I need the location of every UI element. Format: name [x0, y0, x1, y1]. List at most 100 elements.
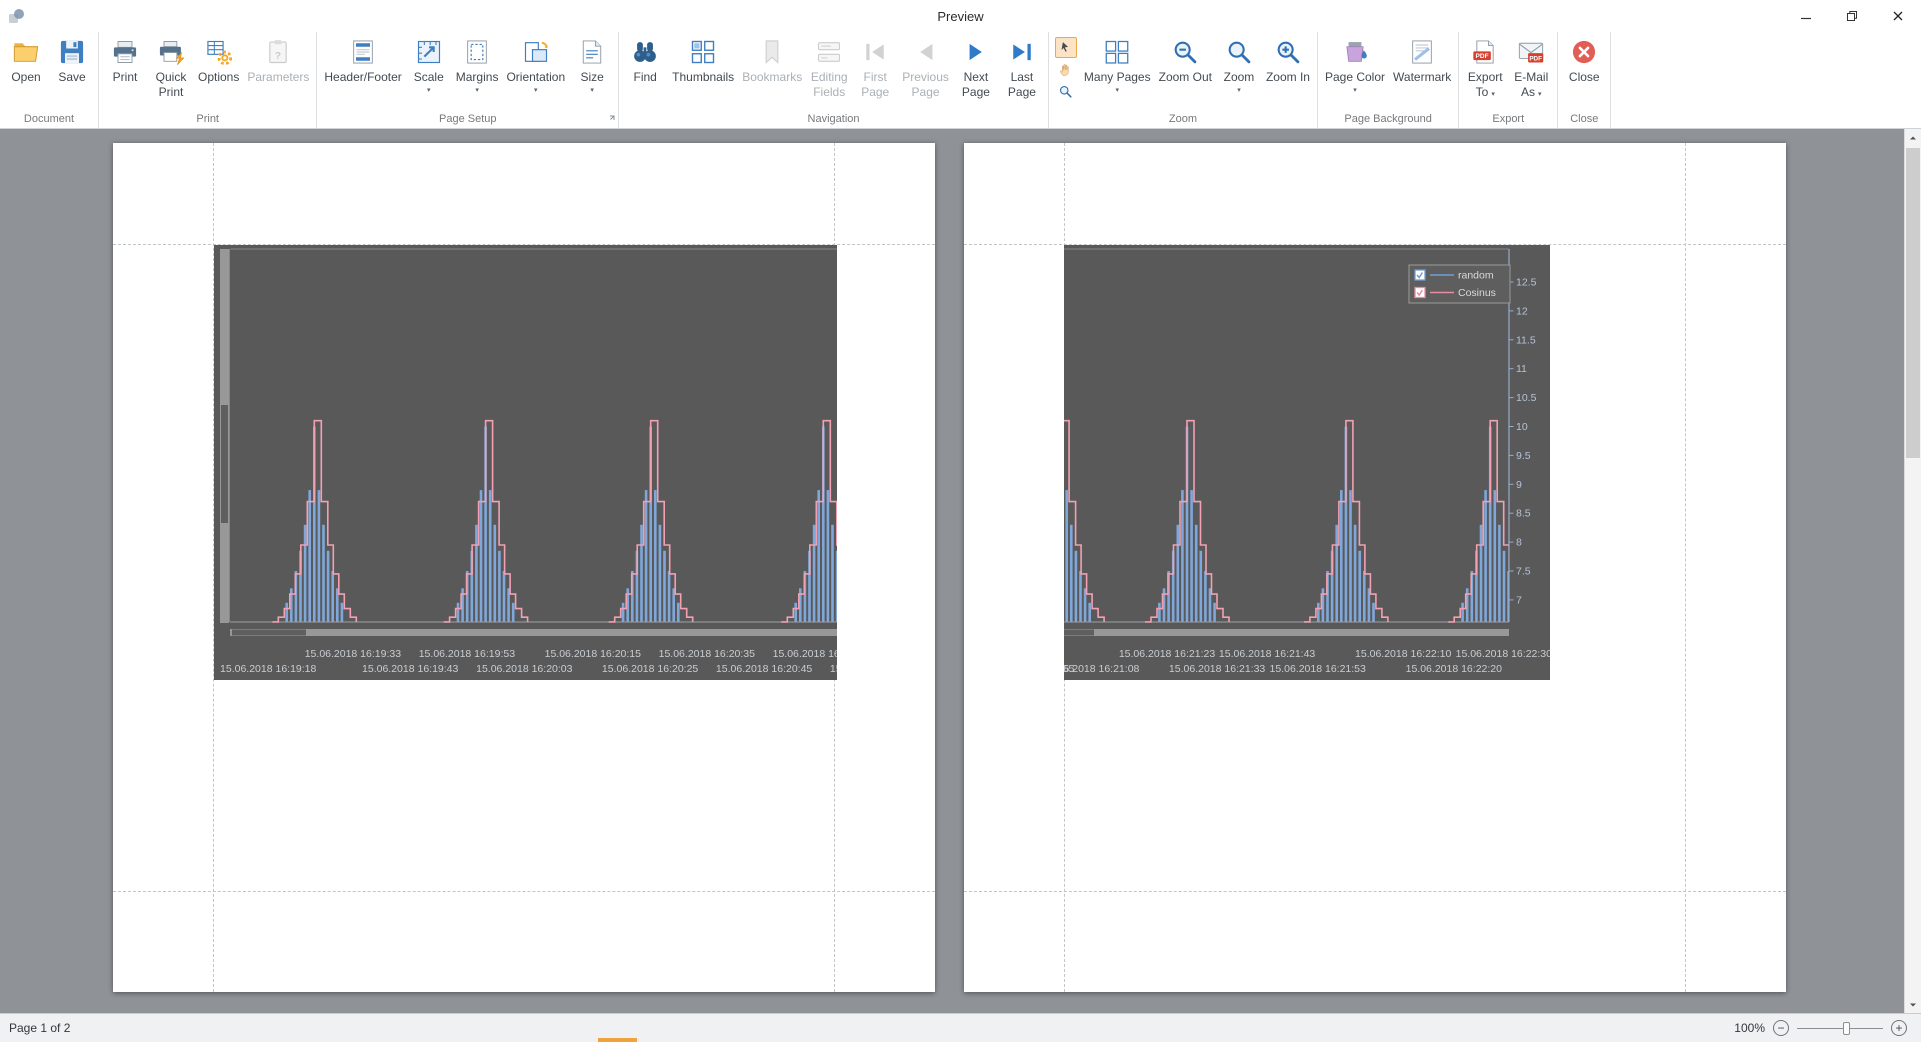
- y-axis-label: 8.5: [1516, 508, 1531, 520]
- size-button[interactable]: Size▾: [569, 35, 615, 96]
- bottom-accent-bar: [598, 1038, 637, 1042]
- chart-horizontal-scrollbar[interactable]: [1064, 629, 1509, 636]
- document-page-1: 15.06.2018 16:19:1815.06.2018 16:19:3315…: [113, 143, 935, 992]
- dropdown-arrow-icon: ▾: [456, 87, 499, 94]
- quick-print-button[interactable]: QuickPrint: [148, 35, 194, 101]
- dropdown-arrow-icon: ▾: [1538, 91, 1542, 98]
- x-axis-label: 15.06.2018 16:21:05: [830, 663, 837, 675]
- statusbar-zoom-out-button[interactable]: −: [1773, 1020, 1789, 1036]
- magnifier-icon: [1225, 38, 1253, 66]
- ribbon-group-export: PDFExportTo▾PDFE-MailAs▾Export: [1459, 32, 1558, 128]
- window-close-button[interactable]: [1875, 0, 1921, 32]
- y-axis-label: 10.5: [1516, 392, 1537, 404]
- scrollbar-thumb[interactable]: [1906, 148, 1920, 458]
- margins-button[interactable]: Margins▾: [452, 35, 503, 96]
- close-x-icon: [1892, 10, 1904, 22]
- next-page-icon: [962, 38, 990, 66]
- legend-label: Cosinus: [1458, 287, 1496, 299]
- email-as-button[interactable]: PDFE-MailAs▾: [1508, 35, 1554, 101]
- previous-page-icon: [912, 38, 940, 66]
- zoom-in-button[interactable]: Zoom In: [1262, 35, 1314, 87]
- dropdown-arrow-icon: ▾: [1084, 87, 1151, 94]
- scale-button[interactable]: Scale▾: [406, 35, 452, 96]
- x-axis-label: 15.06.2018 16:20:55: [773, 648, 837, 660]
- find-button[interactable]: Find: [622, 35, 668, 87]
- magnifier-icon: [1058, 84, 1073, 99]
- chart-page-2: 12.51211.51110.5109.598.587.5715.06.2018…: [1064, 245, 1550, 680]
- y-axis-label: 11: [1516, 363, 1527, 375]
- y-axis-label: 7: [1516, 594, 1522, 606]
- statusbar-zoom-in-button[interactable]: +: [1891, 1020, 1907, 1036]
- ribbon-group-caption: Page Setup: [318, 112, 617, 128]
- preview-window: Preview OpenSaveDocumentPrintQuickPrintO…: [0, 0, 1921, 1042]
- page-setup-dialog-launcher[interactable]: [608, 113, 616, 125]
- zoom-controls: 100% − +: [1734, 1020, 1921, 1036]
- next-page-button[interactable]: NextPage: [953, 35, 999, 101]
- watermark-icon: [1408, 38, 1436, 66]
- preview-vertical-scrollbar[interactable]: [1904, 129, 1921, 1013]
- last-page-button[interactable]: LastPage: [999, 35, 1045, 101]
- ribbon-group-caption: Navigation: [620, 112, 1047, 128]
- scroll-down-arrow[interactable]: [1905, 996, 1921, 1013]
- chart-horizontal-scrollbar[interactable]: [230, 629, 837, 636]
- header-footer-button[interactable]: Header/Footer: [320, 35, 405, 87]
- chart-hscrollbar-thumb[interactable]: [1064, 630, 1094, 636]
- ribbon-group-navigation: FindThumbnailsBookmarksEditingFieldsFirs…: [619, 32, 1049, 128]
- many-pages-button[interactable]: Many Pages▾: [1080, 35, 1155, 96]
- dropdown-arrow-icon: ▾: [1325, 87, 1385, 94]
- print-label: Print: [113, 70, 138, 85]
- dropdown-arrow-icon: ▾: [1491, 91, 1495, 98]
- x-axis-label: 15.06.2018 16:21:43: [1219, 648, 1316, 660]
- parameters-button: ?Parameters: [243, 35, 313, 87]
- zoom-slider-thumb[interactable]: [1843, 1022, 1850, 1035]
- hand-tool-button[interactable]: [1055, 59, 1077, 80]
- zoom-out-button[interactable]: Zoom Out: [1155, 35, 1216, 87]
- y-axis-label: 12.5: [1516, 277, 1537, 289]
- ribbon-group-zoom: Many Pages▾Zoom OutZoom▾Zoom InZoom: [1049, 32, 1318, 128]
- margin-guide: [113, 891, 935, 892]
- chart-vscrollbar-thumb[interactable]: [221, 405, 228, 523]
- zoom-button[interactable]: Zoom▾: [1216, 35, 1262, 96]
- open-button[interactable]: Open: [3, 35, 49, 87]
- y-axis-label: 8: [1516, 537, 1522, 549]
- print-button[interactable]: Print: [102, 35, 148, 87]
- ribbon-group-caption: Page Background: [1319, 112, 1457, 128]
- zoom-slider[interactable]: [1797, 1021, 1883, 1036]
- orientation-icon: [522, 38, 550, 66]
- window-controls: [1783, 0, 1921, 32]
- watermark-button[interactable]: Watermark: [1389, 35, 1455, 87]
- scroll-up-arrow[interactable]: [1905, 129, 1921, 146]
- margin-guide: [1685, 143, 1686, 992]
- restore-icon: [1846, 10, 1858, 22]
- pointer-tool-button[interactable]: [1055, 37, 1077, 58]
- email-as-label: E-MailAs▾: [1514, 70, 1548, 99]
- magnifier-tool-button[interactable]: [1055, 81, 1077, 102]
- minimize-button[interactable]: [1783, 0, 1829, 32]
- find-label: Find: [633, 70, 656, 85]
- zoom-out-label: Zoom Out: [1159, 70, 1212, 85]
- y-axis-label: 12: [1516, 305, 1528, 317]
- page-color-button[interactable]: Page Color▾: [1321, 35, 1389, 96]
- close-label: Close: [1569, 70, 1600, 85]
- export-to-label: ExportTo▾: [1468, 70, 1503, 99]
- export-to-button[interactable]: PDFExportTo▾: [1462, 35, 1508, 101]
- print-icon: [111, 38, 139, 66]
- orientation-button[interactable]: Orientation▾: [502, 35, 569, 96]
- previous-page-label: PreviousPage: [902, 70, 949, 99]
- chart-hscrollbar-thumb[interactable]: [232, 630, 306, 636]
- y-axis-label: 9: [1516, 479, 1522, 491]
- x-axis-label: 15.06.2018 16:20:35: [659, 648, 756, 660]
- dropdown-arrow-icon: ▾: [1224, 87, 1255, 94]
- parameters-label: Parameters: [247, 70, 309, 85]
- close-button[interactable]: Close: [1561, 35, 1607, 87]
- dropdown-arrow-icon: ▾: [580, 87, 603, 94]
- ribbon: OpenSaveDocumentPrintQuickPrintOptions?P…: [0, 32, 1921, 129]
- chart-page-1: 15.06.2018 16:19:1815.06.2018 16:19:3315…: [214, 245, 837, 680]
- open-label: Open: [11, 70, 40, 85]
- options-button[interactable]: Options: [194, 35, 243, 87]
- ribbon-group-page-background: Page Color▾Watermark Page Background: [1318, 32, 1459, 128]
- save-button[interactable]: Save: [49, 35, 95, 87]
- restore-button[interactable]: [1829, 0, 1875, 32]
- thumbnails-button[interactable]: Thumbnails: [668, 35, 738, 87]
- editing-fields-label: EditingFields: [811, 70, 848, 99]
